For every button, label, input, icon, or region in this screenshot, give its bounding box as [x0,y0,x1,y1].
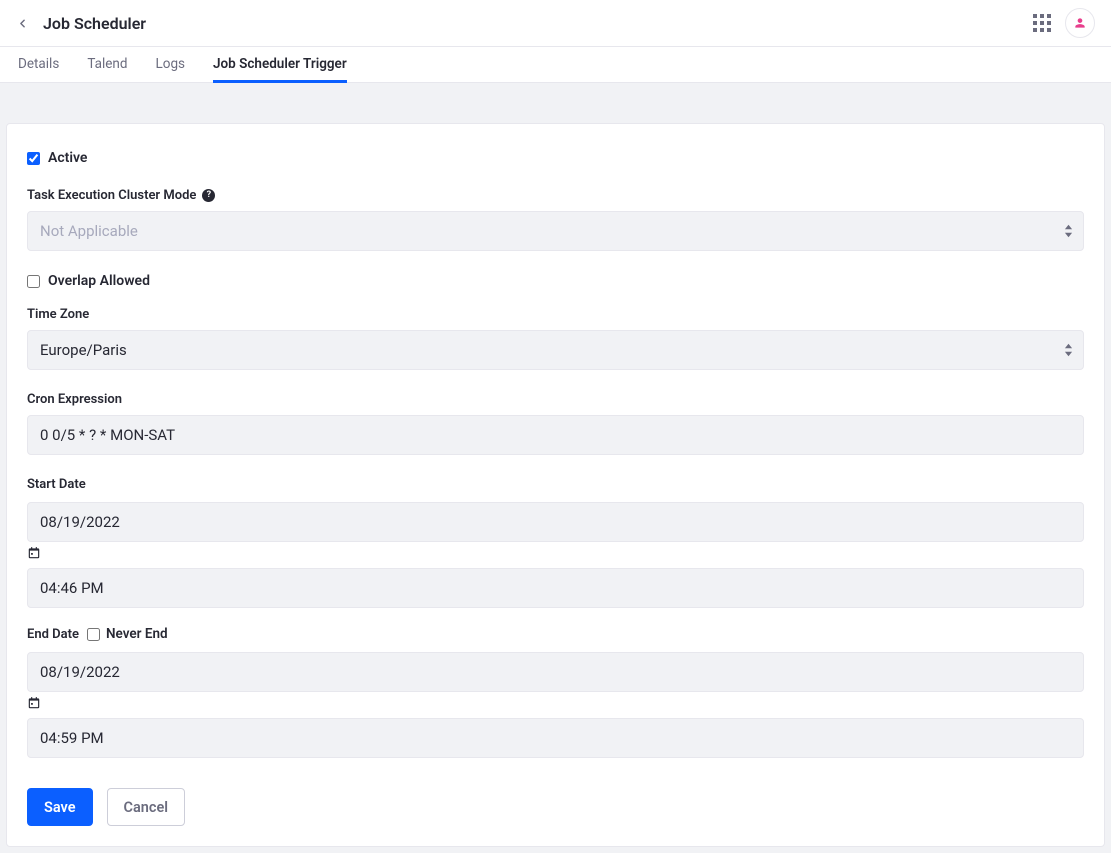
calendar-icon [27,546,41,560]
cluster-mode-group: Task Execution Cluster Mode ? Not Applic… [27,188,1084,251]
active-label: Active [48,150,87,166]
timezone-value: Europe/Paris [40,341,127,359]
start-time-input[interactable]: 04:46 PM [27,568,1084,608]
end-time-input[interactable]: 04:59 PM [27,718,1084,758]
active-row: Active [27,150,1084,166]
start-date-group: Start Date 08/19/2022 04:46 PM [27,477,1084,608]
tabbar: Details Talend Logs Job Scheduler Trigge… [0,47,1111,83]
start-date-picker-button[interactable] [27,546,1084,564]
tab-logs[interactable]: Logs [155,47,185,83]
timezone-group: Time Zone Europe/Paris [27,307,1084,370]
end-date-picker-button[interactable] [27,696,1084,714]
start-date-label: Start Date [27,477,1084,492]
never-end-label: Never End [106,626,168,642]
end-date-value: 08/19/2022 [40,663,120,681]
chevron-updown-icon [1064,344,1073,357]
page-title: Job Scheduler [43,14,146,33]
cluster-mode-select[interactable]: Not Applicable [27,211,1084,251]
overlap-label: Overlap Allowed [48,273,150,289]
cron-group: Cron Expression 0 0/5 * ? * MON-SAT [27,392,1084,455]
end-date-label-row: End Date Never End [27,626,1084,642]
apps-icon[interactable] [1033,14,1051,32]
button-row: Save Cancel [27,788,1084,826]
user-avatar[interactable] [1065,8,1095,38]
start-date-input[interactable]: 08/19/2022 [27,502,1084,542]
cron-input[interactable]: 0 0/5 * ? * MON-SAT [27,415,1084,455]
calendar-icon [27,696,41,710]
cron-label: Cron Expression [27,392,1084,407]
timezone-label: Time Zone [27,307,1084,322]
never-end-checkbox[interactable] [87,628,100,641]
active-checkbox[interactable] [27,152,40,165]
cancel-button[interactable]: Cancel [107,788,186,826]
end-date-label: End Date [27,627,79,642]
tab-details[interactable]: Details [18,47,59,83]
chevron-updown-icon [1064,225,1073,238]
never-end-wrapper: Never End [87,626,168,642]
save-button[interactable]: Save [27,788,93,826]
overlap-row: Overlap Allowed [27,273,1084,289]
form-card: Active Task Execution Cluster Mode ? Not… [6,123,1105,847]
end-time-value: 04:59 PM [40,729,104,747]
timezone-select[interactable]: Europe/Paris [27,330,1084,370]
end-date-input[interactable]: 08/19/2022 [27,652,1084,692]
cluster-mode-label-row: Task Execution Cluster Mode ? [27,188,1084,203]
cluster-mode-value: Not Applicable [40,222,138,240]
tab-job-scheduler-trigger[interactable]: Job Scheduler Trigger [213,47,347,83]
back-icon[interactable] [16,17,29,30]
topbar: Job Scheduler [0,0,1111,47]
start-date-value: 08/19/2022 [40,513,120,531]
end-date-group: End Date Never End 08/19/2022 04:59 PM [27,626,1084,758]
topbar-left: Job Scheduler [16,14,146,33]
tab-talend[interactable]: Talend [87,47,127,83]
overlap-checkbox[interactable] [27,275,40,288]
content-area: Active Task Execution Cluster Mode ? Not… [0,83,1111,853]
cluster-mode-label: Task Execution Cluster Mode [27,188,196,203]
help-icon[interactable]: ? [202,189,215,202]
cron-value: 0 0/5 * ? * MON-SAT [40,426,175,444]
topbar-right [1033,8,1095,38]
start-time-value: 04:46 PM [40,579,104,597]
